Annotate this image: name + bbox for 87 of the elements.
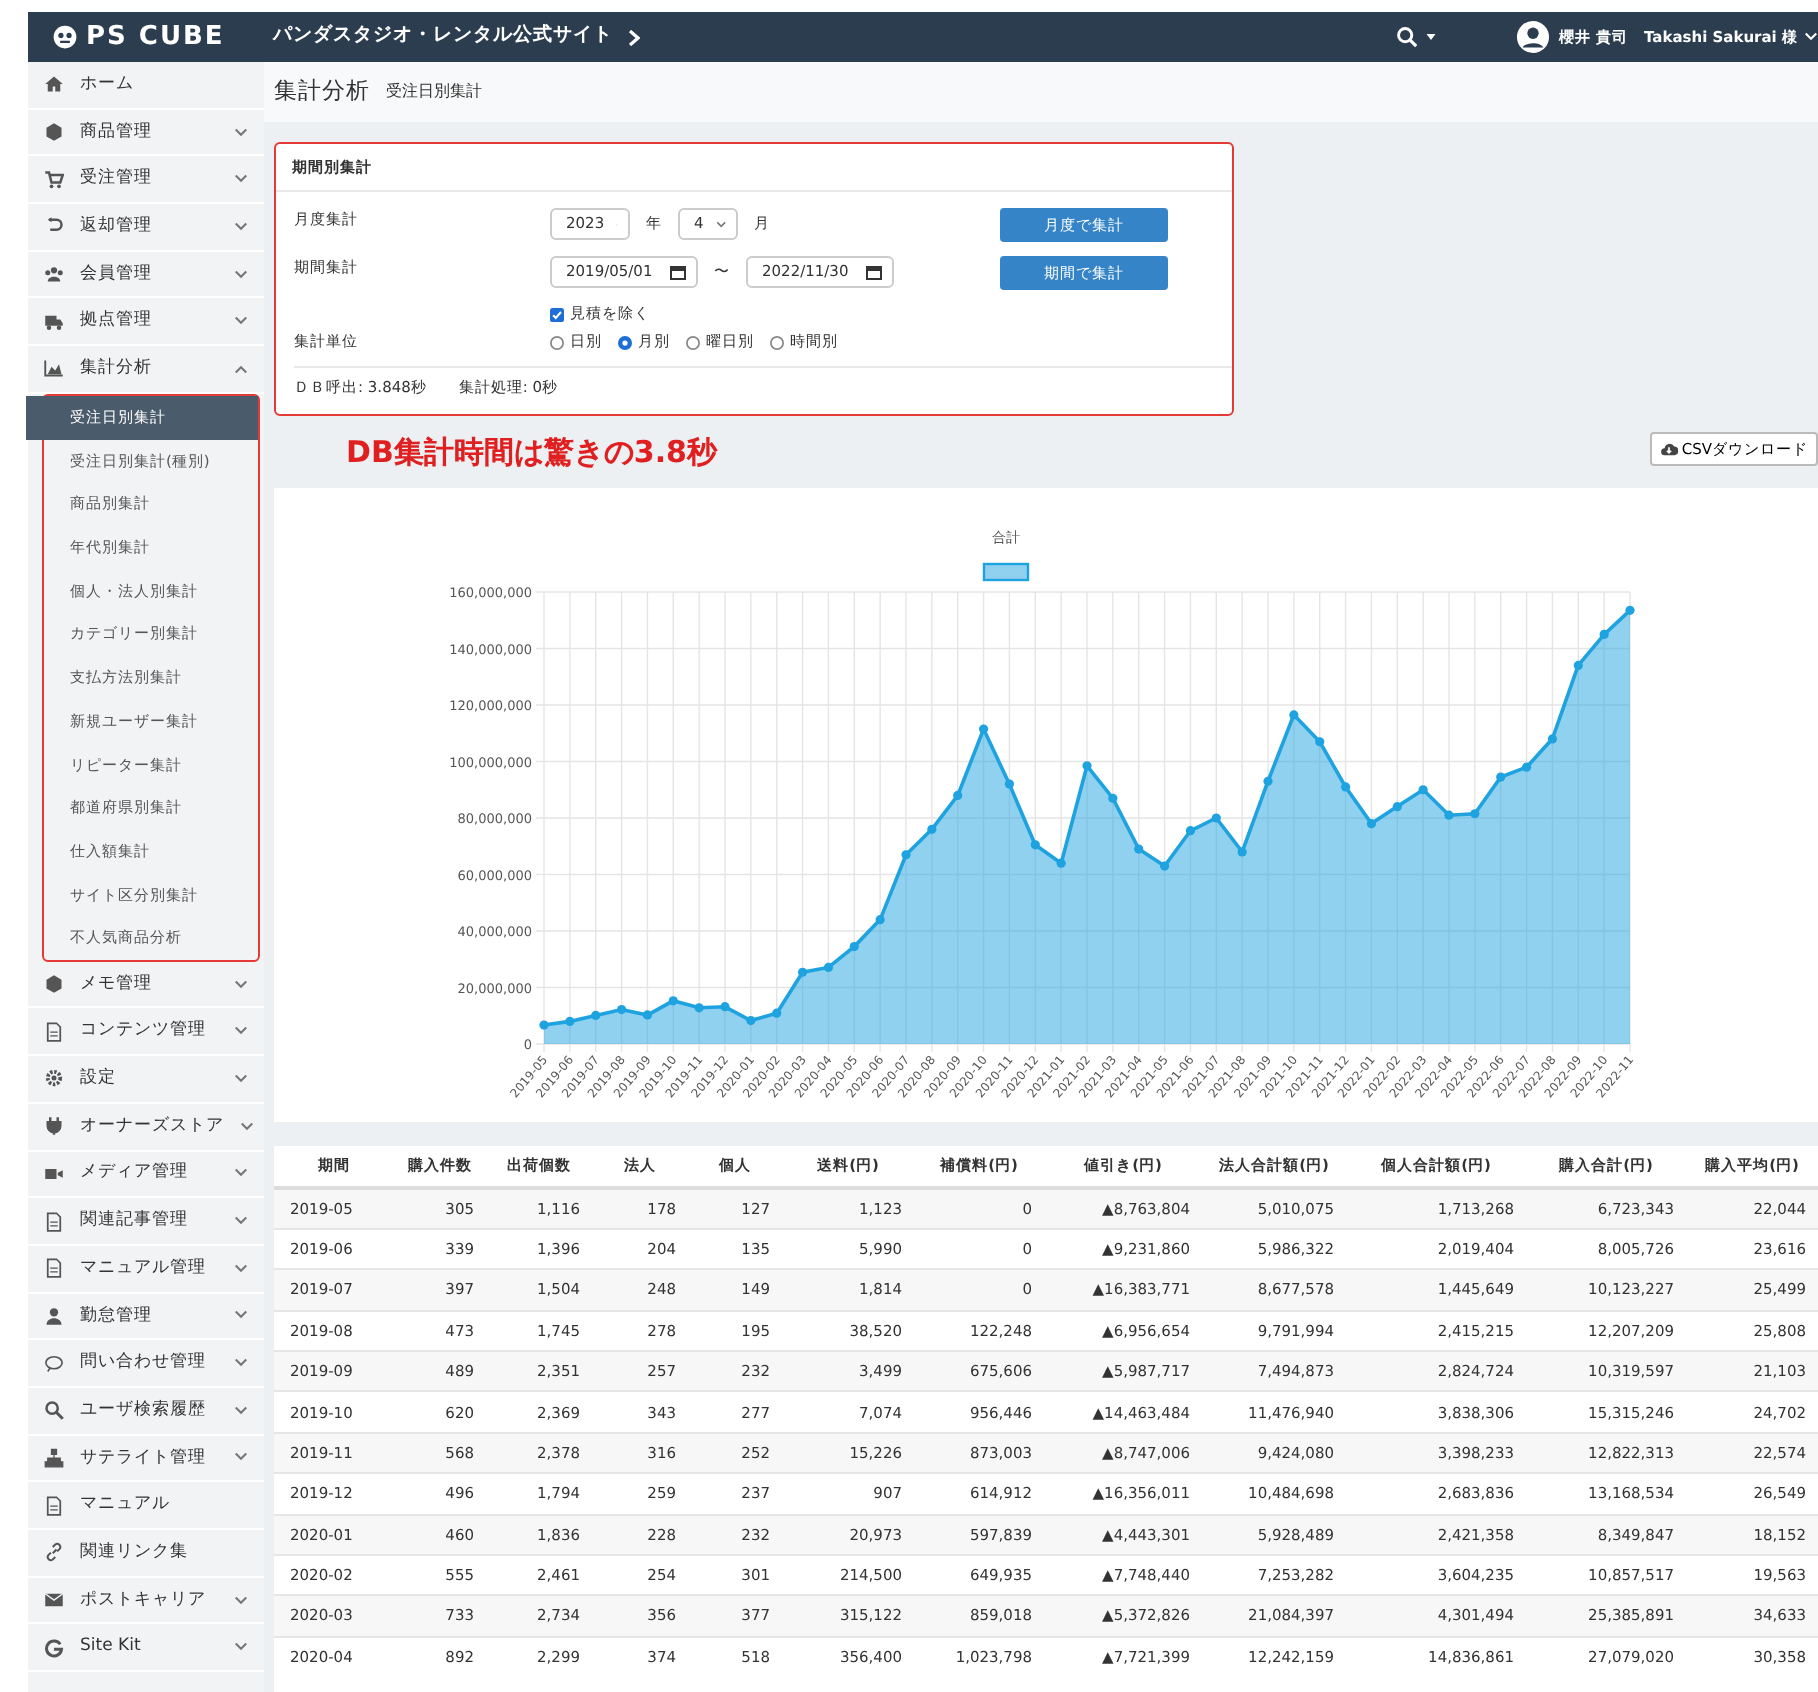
data-point[interactable] <box>1315 737 1325 747</box>
data-point[interactable] <box>1418 785 1428 795</box>
data-point[interactable] <box>1366 819 1377 829</box>
data-point[interactable] <box>849 941 859 952</box>
users-icon <box>44 264 64 285</box>
checkbox[interactable] <box>550 307 564 321</box>
radio-button[interactable] <box>550 335 564 349</box>
cube-icon <box>44 974 64 995</box>
data-point[interactable] <box>797 967 808 977</box>
chevron-down-icon <box>1804 32 1818 42</box>
document-icon <box>44 1258 64 1279</box>
calendar-icon <box>670 264 686 280</box>
document-icon <box>44 1495 64 1516</box>
radio-button[interactable] <box>618 335 632 349</box>
data-point[interactable] <box>953 790 963 800</box>
g-logo-icon <box>44 1637 64 1658</box>
search-button[interactable] <box>1396 26 1437 48</box>
data-point[interactable] <box>1134 844 1144 854</box>
legend-swatch[interactable] <box>982 562 1030 582</box>
page-subtitle: 受注日別集計 <box>386 80 482 104</box>
undo-arrow-icon <box>44 216 64 237</box>
radio-button[interactable] <box>686 335 700 349</box>
settings-icon <box>44 1068 64 1089</box>
plug-icon <box>44 1116 64 1137</box>
data-point[interactable] <box>565 1016 575 1026</box>
data-point[interactable] <box>591 1010 601 1021</box>
chevron-down-icon <box>715 219 726 229</box>
truck-icon <box>44 311 64 332</box>
home-icon <box>44 74 64 95</box>
data-point[interactable] <box>1237 847 1247 857</box>
annotation-text: DB集計時間は驚きの3.8秒 <box>346 431 717 474</box>
data-point[interactable] <box>694 1003 704 1013</box>
data-point[interactable] <box>927 824 937 834</box>
data-point[interactable] <box>539 1020 549 1030</box>
data-point[interactable] <box>1625 605 1635 615</box>
cube-icon <box>44 122 64 143</box>
data-point[interactable] <box>1004 779 1015 789</box>
data-point[interactable] <box>1185 826 1196 836</box>
logo-text: PS CUBE <box>86 19 225 56</box>
envelope-icon <box>44 1590 64 1611</box>
data-point[interactable] <box>1159 861 1170 871</box>
video-camera-icon <box>44 1163 64 1184</box>
data-point[interactable] <box>1573 660 1583 671</box>
sitemap-icon <box>44 1447 64 1468</box>
calendar-icon <box>866 264 882 280</box>
document-icon <box>44 1021 64 1042</box>
data-point[interactable] <box>772 1008 782 1018</box>
data-point[interactable] <box>1547 734 1558 744</box>
data-point[interactable] <box>1599 629 1609 639</box>
radio-button[interactable] <box>770 335 784 349</box>
data-point[interactable] <box>668 996 678 1006</box>
data-point[interactable] <box>746 1015 756 1026</box>
area-chart-icon <box>44 358 64 379</box>
data-point[interactable] <box>1340 782 1351 792</box>
panda-logo-icon <box>52 24 78 50</box>
data-point[interactable] <box>616 1004 627 1015</box>
data-point[interactable] <box>901 850 911 860</box>
data-point[interactable] <box>1289 710 1299 720</box>
data-point[interactable] <box>823 962 834 973</box>
chevron-right-icon <box>628 29 641 45</box>
data-point[interactable] <box>875 915 885 925</box>
data-point[interactable] <box>1470 809 1480 819</box>
data-point[interactable] <box>1444 810 1454 820</box>
data-point[interactable] <box>642 1010 653 1020</box>
page-title: 集計分析 <box>274 74 370 109</box>
site-link[interactable]: パンダスタジオ・レンタル公式サイト <box>272 22 641 52</box>
link-icon <box>44 1542 64 1563</box>
data-point[interactable] <box>1082 761 1092 771</box>
data-point[interactable] <box>1521 762 1532 772</box>
data-point[interactable] <box>1056 858 1066 868</box>
data-point[interactable] <box>1211 813 1221 823</box>
data-point[interactable] <box>978 724 989 734</box>
data-point[interactable] <box>1108 793 1118 803</box>
document-icon <box>44 1211 64 1232</box>
cart-icon <box>44 169 64 190</box>
cloud-download-icon <box>1659 442 1678 456</box>
user-icon <box>44 1305 64 1326</box>
data-point[interactable] <box>720 1002 730 1012</box>
data-point[interactable] <box>1392 802 1402 812</box>
data-point[interactable] <box>1263 776 1273 786</box>
data-point[interactable] <box>1030 840 1040 850</box>
speech-bubble-icon <box>44 1353 64 1374</box>
data-point[interactable] <box>1496 772 1506 782</box>
caret-icon <box>1426 34 1437 40</box>
user-avatar-icon <box>1516 20 1551 54</box>
search-icon <box>44 1400 64 1421</box>
search-icon <box>1396 26 1419 48</box>
